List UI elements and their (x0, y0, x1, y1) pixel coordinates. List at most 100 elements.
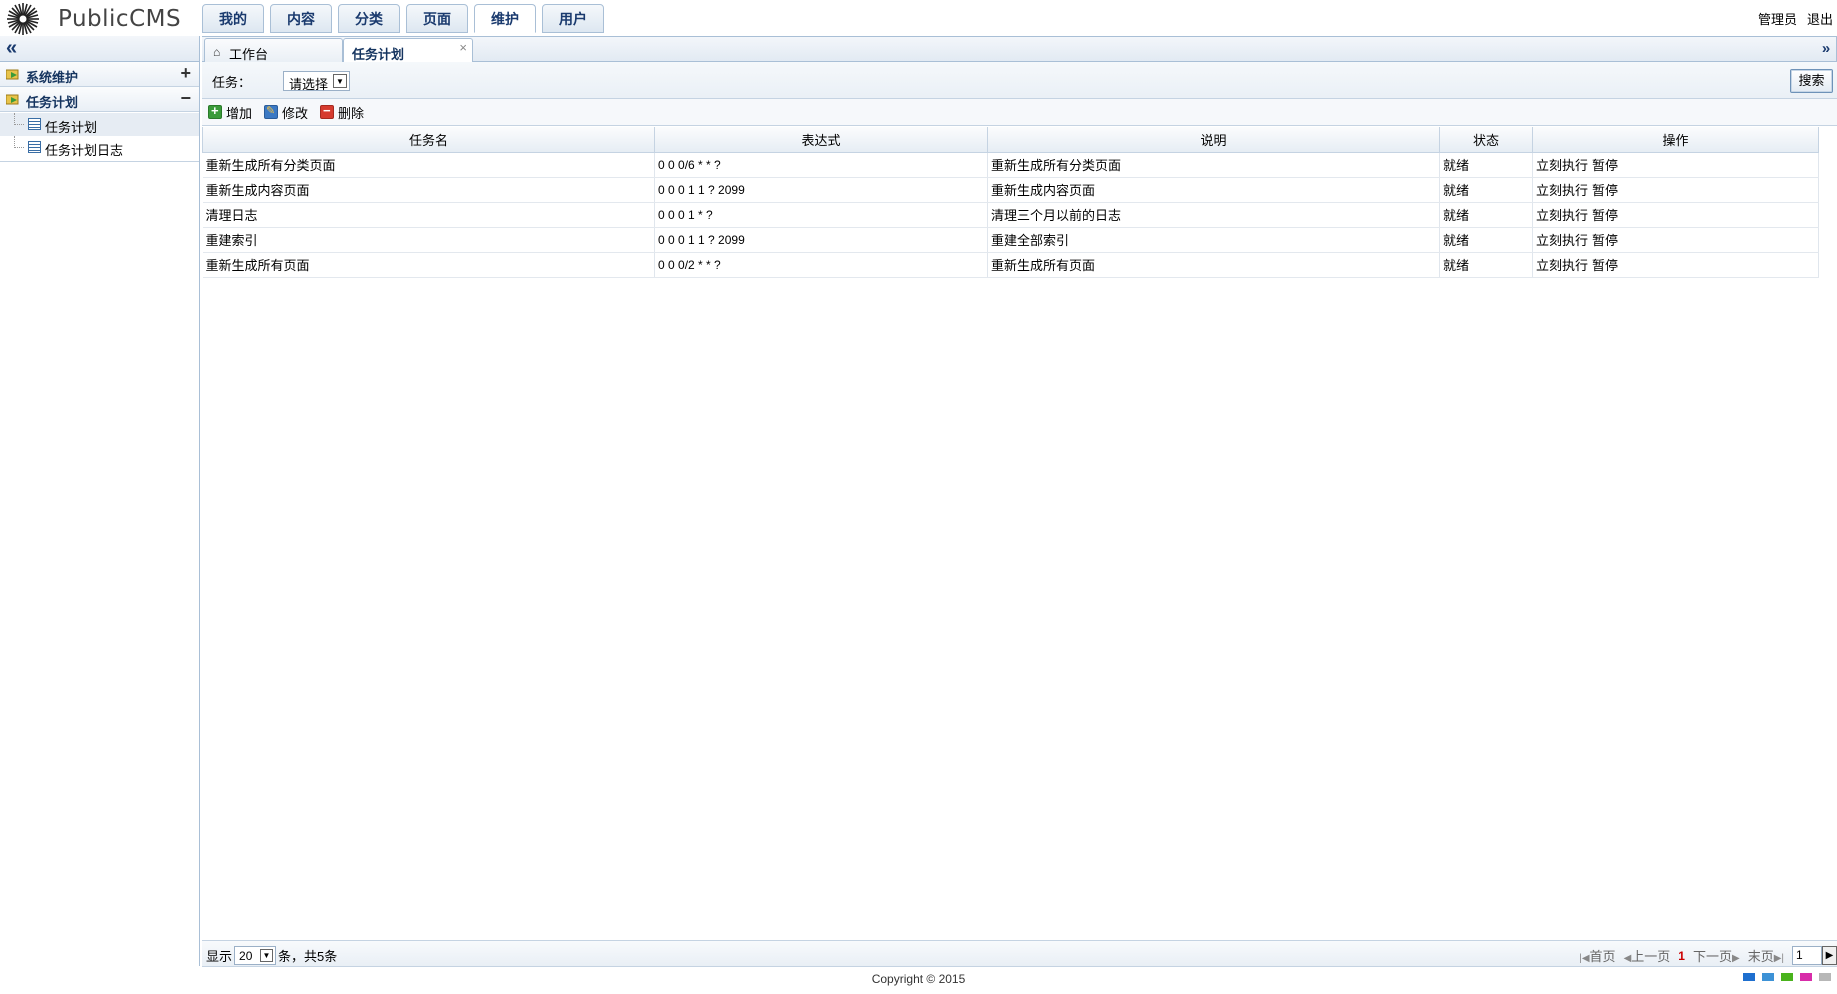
nav-tab-mine[interactable]: 我的 (202, 4, 264, 33)
page-tabbar: ⌂ 工作台 任务计划 × » (202, 36, 1837, 64)
page-jump-input[interactable]: 1 (1792, 946, 1822, 965)
collapse-icon[interactable]: − (180, 88, 191, 109)
sidebar-item-label: 任务计划 (45, 120, 98, 135)
tab-task-schedule[interactable]: 任务计划 × (343, 38, 473, 64)
cell-expression: 0 0 0 1 * ? (654, 202, 988, 228)
cell-task-name: 重新生成所有分类页面 (202, 152, 655, 178)
cell-status: 就绪 (1439, 252, 1533, 278)
nav-tab-page[interactable]: 页面 (406, 4, 468, 33)
page-size-group: 显示 20 ▼ 条，共5条 (206, 946, 337, 965)
column-header-actions[interactable]: 操作 (1532, 127, 1819, 153)
logo-text: PublicCMS (58, 6, 182, 32)
task-select[interactable]: 请选择 ▼ (283, 71, 350, 92)
add-button[interactable]: 增加 (208, 103, 252, 122)
column-header-task-name[interactable]: 任务名 (202, 127, 655, 153)
show-label: 显示 (206, 949, 233, 964)
sidebar-item-task-schedule-log[interactable]: 任务计划日志 (0, 136, 199, 159)
cell-description: 重新生成所有分类页面 (987, 152, 1440, 178)
prev-page-label: 上一页 (1631, 949, 1671, 964)
theme-swatch-pink[interactable] (1800, 973, 1812, 981)
cell-status: 就绪 (1439, 202, 1533, 228)
pause-link[interactable]: 暂停 (1592, 233, 1618, 248)
tab-label: 任务计划 (352, 47, 405, 62)
cell-expression: 0 0 0 1 1 ? 2099 (654, 177, 988, 203)
page-go-icon[interactable]: ▶ (1822, 946, 1837, 965)
pause-link[interactable]: 暂停 (1592, 158, 1618, 173)
add-icon (208, 103, 222, 119)
run-now-link[interactable]: 立刻执行 (1536, 183, 1588, 198)
folder-arrow-icon (6, 69, 19, 80)
column-header-description[interactable]: 说明 (987, 127, 1440, 153)
pause-link[interactable]: 暂停 (1592, 208, 1618, 223)
table-row[interactable]: 重新生成所有页面 0 0 0/2 * * ? 重新生成所有页面 就绪 立刻执行暂… (202, 252, 1819, 278)
run-now-link[interactable]: 立刻执行 (1536, 158, 1588, 173)
theme-swatch-blue[interactable] (1743, 973, 1755, 981)
pagination-bar: 显示 20 ▼ 条，共5条 |◀首页 ◀上一页 1 下一页▶ 末页▶| 1 ▶ (202, 940, 1837, 967)
sidebar-tree: 任务计划 任务计划日志 (0, 112, 199, 162)
next-page-link[interactable]: 下一页▶ (1693, 946, 1740, 965)
cell-actions: 立刻执行 暂停 (1532, 227, 1819, 253)
prev-page-link[interactable]: ◀上一页 (1624, 946, 1671, 965)
search-button[interactable]: 搜索 (1790, 69, 1833, 93)
nav-tab-maintenance[interactable]: 维护 (474, 4, 536, 33)
delete-icon (320, 103, 335, 119)
edit-button[interactable]: 修改 (264, 103, 308, 122)
table-row[interactable]: 重新生成内容页面 0 0 0 1 1 ? 2099 重新生成内容页面 就绪 立刻… (202, 177, 1819, 203)
pause-link[interactable]: 暂停 (1592, 258, 1618, 273)
cell-actions: 立刻执行 暂停 (1532, 252, 1819, 278)
table-icon (28, 141, 41, 153)
first-page-link[interactable]: |◀首页 (1579, 946, 1615, 965)
run-now-link[interactable]: 立刻执行 (1536, 233, 1588, 248)
nav-tab-category[interactable]: 分类 (338, 4, 400, 33)
sidebar-collapse-bar: « (0, 36, 199, 62)
sidebar-item-task-schedule[interactable]: 任务计划 (0, 113, 199, 136)
cell-status: 就绪 (1439, 152, 1533, 178)
cell-description: 重新生成内容页面 (987, 177, 1440, 203)
nav-tab-content[interactable]: 内容 (270, 4, 332, 33)
nav-tab-user[interactable]: 用户 (542, 4, 604, 33)
header: PublicCMS 我的 内容 分类 页面 维护 用户 管理员 退出 (0, 0, 1837, 36)
folder-arrow-icon (6, 94, 19, 105)
table-row[interactable]: 重建索引 0 0 0 1 1 ? 2099 重建全部索引 就绪 立刻执行 暂停 (202, 227, 1819, 253)
next-page-icon: ▶ (1731, 953, 1740, 964)
pause-link[interactable]: 暂停 (1592, 183, 1618, 198)
table-row[interactable]: 清理日志 0 0 0 1 * ? 清理三个月以前的日志 就绪 立刻执行 暂停 (202, 202, 1819, 228)
delete-button[interactable]: 删除 (320, 103, 364, 122)
cell-expression: 0 0 0/2 * * ? (654, 252, 988, 278)
admin-link[interactable]: 管理员 (1758, 9, 1797, 28)
column-header-status[interactable]: 状态 (1439, 127, 1533, 153)
theme-swatch-green[interactable] (1781, 973, 1793, 981)
sidebar-section-task-schedule[interactable]: 任务计划 − (0, 87, 199, 112)
grid-header-row: 任务名 表达式 说明 状态 操作 (202, 127, 1819, 153)
logo: PublicCMS (4, 2, 181, 35)
column-header-expression[interactable]: 表达式 (654, 127, 988, 153)
collapse-sidebar-icon[interactable]: « (6, 37, 17, 60)
last-page-icon: ▶| (1773, 953, 1784, 964)
expand-icon[interactable]: + (180, 63, 191, 84)
theme-swatch-light-blue[interactable] (1762, 973, 1774, 981)
theme-switcher (1743, 973, 1831, 981)
cell-status: 就绪 (1439, 177, 1533, 203)
sidebar: « 系统维护 + 任务计划 − 任务计划 任务计划日志 (0, 36, 200, 966)
tab-workbench[interactable]: ⌂ 工作台 (204, 38, 343, 63)
run-now-link[interactable]: 立刻执行 (1536, 208, 1588, 223)
current-page-number[interactable]: 1 (1678, 949, 1685, 963)
last-page-link[interactable]: 末页▶| (1748, 946, 1784, 965)
theme-swatch-gray[interactable] (1819, 973, 1831, 981)
next-page-label: 下一页 (1692, 949, 1732, 964)
logout-link[interactable]: 退出 (1807, 9, 1833, 28)
task-select-value: 请选择 (289, 77, 329, 92)
table-icon (28, 118, 41, 130)
close-icon[interactable]: × (459, 40, 467, 55)
sidebar-section-system-maintenance[interactable]: 系统维护 + (0, 62, 199, 87)
task-filter-label: 任务： (212, 75, 252, 90)
cell-task-name: 清理日志 (202, 202, 655, 228)
table-row[interactable]: 重新生成所有分类页面 0 0 0/6 * * ? 重新生成所有分类页面 就绪 立… (202, 152, 1819, 178)
run-now-link[interactable]: 立刻执行 (1536, 258, 1588, 273)
page-size-select[interactable]: 20 ▼ (234, 946, 277, 965)
delete-label: 删除 (338, 105, 365, 121)
first-page-label: 首页 (1589, 949, 1616, 964)
cell-expression: 0 0 0/6 * * ? (654, 152, 988, 178)
edit-icon (264, 104, 279, 119)
chevron-down-icon[interactable]: » (1818, 40, 1834, 58)
